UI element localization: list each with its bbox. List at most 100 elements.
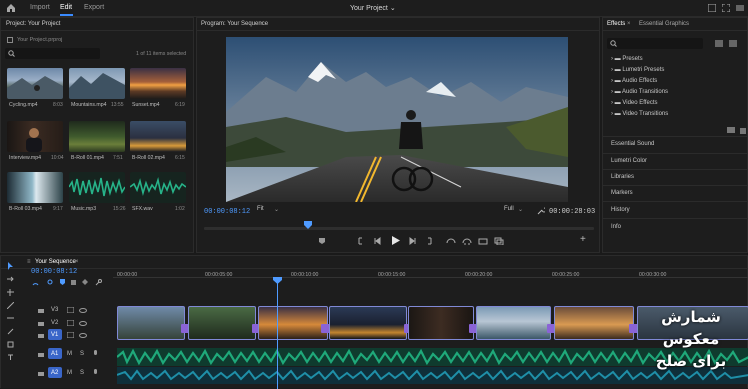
sync-lock-icon[interactable] <box>67 307 74 313</box>
close-icon[interactable]: × <box>75 259 79 265</box>
video-preview[interactable] <box>226 37 568 202</box>
lift-icon[interactable] <box>446 237 456 245</box>
project-panel-title[interactable]: Project: Your Project <box>6 21 60 27</box>
thumbnail-sfx[interactable] <box>130 172 186 203</box>
tab-export[interactable]: Export <box>84 4 104 11</box>
lock-icon[interactable] <box>38 332 44 338</box>
pen-tool-icon[interactable] <box>7 328 14 335</box>
panel-libraries[interactable]: Libraries <box>611 174 634 180</box>
checkbox-icon[interactable] <box>7 37 13 43</box>
lock-icon[interactable] <box>38 307 44 313</box>
add-marker-icon[interactable] <box>59 279 66 286</box>
microphone-icon[interactable] <box>93 369 98 377</box>
mute-button[interactable]: M <box>67 370 72 376</box>
step-forward-icon[interactable] <box>409 237 417 245</box>
thumbnail-mountains[interactable] <box>69 68 125 99</box>
eye-icon[interactable] <box>79 321 87 326</box>
effects-folder-audio-transitions[interactable]: › ▬ Audio Transitions <box>611 89 668 95</box>
timeline-settings-icon[interactable] <box>70 279 77 286</box>
video-clip[interactable] <box>117 306 185 340</box>
effects-folder-video-effects[interactable]: › ▬ Video Effects <box>611 100 657 106</box>
razor-tool-icon[interactable] <box>7 302 14 309</box>
track-v3[interactable]: V3 <box>51 307 58 313</box>
video-clip[interactable] <box>476 306 551 340</box>
video-clip[interactable] <box>258 306 328 340</box>
selection-tool-icon[interactable] <box>7 262 14 270</box>
thumbnail-sunset[interactable] <box>130 68 186 99</box>
tab-essential-graphics[interactable]: Essential Graphics <box>639 21 689 27</box>
video-clip[interactable] <box>188 306 256 340</box>
lock-icon[interactable] <box>38 320 44 326</box>
video-clip[interactable] <box>554 306 634 340</box>
close-icon[interactable]: × <box>260 21 264 27</box>
thumbnail-music[interactable] <box>69 172 125 203</box>
lock-icon[interactable] <box>38 351 44 357</box>
captions-icon[interactable] <box>82 279 89 286</box>
video-clip[interactable] <box>408 306 474 340</box>
home-icon[interactable] <box>6 3 16 13</box>
thumbnail-broll-02[interactable] <box>130 121 186 152</box>
playhead-marker-icon[interactable] <box>304 221 312 229</box>
microphone-icon[interactable] <box>93 350 98 358</box>
trash-icon[interactable] <box>740 127 746 134</box>
eye-icon[interactable] <box>79 308 87 313</box>
track-a1[interactable]: A1 <box>51 351 58 357</box>
thumbnail-broll-01[interactable] <box>69 121 125 152</box>
insert-icon[interactable] <box>478 237 488 245</box>
add-marker-icon[interactable] <box>318 237 326 245</box>
settings-wrench-icon[interactable] <box>537 207 545 215</box>
panel-essential-sound[interactable]: Essential Sound <box>611 141 654 147</box>
accelerated-effects-icon[interactable] <box>715 40 723 47</box>
hand-tool-icon[interactable] <box>7 341 14 348</box>
add-button-icon[interactable]: + <box>580 234 586 245</box>
thumbnail-interview[interactable] <box>7 121 63 152</box>
tab-your-sequence[interactable]: Your Sequence <box>35 259 76 265</box>
fullscreen-icon[interactable] <box>722 4 730 12</box>
panel-info[interactable]: Info <box>611 224 621 230</box>
sync-lock-icon[interactable] <box>67 332 74 338</box>
eye-icon[interactable] <box>79 333 87 338</box>
track-v2[interactable]: V2 <box>51 320 58 326</box>
tab-effects[interactable]: Effects <box>607 21 625 27</box>
timeline-playhead[interactable] <box>277 278 278 389</box>
solo-button[interactable]: S <box>80 351 84 357</box>
effects-folder-lumetri-presets[interactable]: › ▬ Lumetri Presets <box>611 67 664 73</box>
slip-tool-icon[interactable] <box>7 315 14 322</box>
ripple-edit-tool-icon[interactable] <box>7 289 14 296</box>
yuv-effects-icon[interactable] <box>729 40 737 47</box>
thumbnail-cycling[interactable] <box>7 68 63 99</box>
track-v1[interactable]: V1 <box>51 332 58 338</box>
scrubber-bar[interactable] <box>204 227 594 230</box>
tab-edit[interactable]: Edit <box>60 4 72 11</box>
solo-button[interactable]: S <box>80 370 84 376</box>
playback-resolution-dropdown[interactable]: Full ⌄ <box>504 206 528 216</box>
panel-menu-icon[interactable]: ≡ <box>27 259 31 265</box>
step-back-icon[interactable] <box>373 237 381 245</box>
playhead-marker-icon[interactable] <box>273 277 282 284</box>
lock-icon[interactable] <box>38 370 44 376</box>
panel-markers[interactable]: Markers <box>611 190 633 196</box>
program-panel-title[interactable]: Program: Your Sequence <box>201 21 268 27</box>
program-current-time[interactable]: 00:00:08:12 <box>204 208 250 216</box>
timeline-current-time[interactable]: 00:00:08:12 <box>31 268 77 276</box>
project-title-menu[interactable]: Your Project ⌄ <box>350 4 396 12</box>
effects-folder-video-transitions[interactable]: › ▬ Video Transitions <box>611 111 668 117</box>
snap-icon[interactable] <box>32 279 39 286</box>
track-a2[interactable]: A2 <box>51 370 58 376</box>
extract-icon[interactable] <box>462 237 472 245</box>
effects-folder-presets[interactable]: › ▬ Presets <box>611 56 643 62</box>
wrench-icon[interactable] <box>95 279 102 286</box>
mute-button[interactable]: M <box>67 351 72 357</box>
track-select-tool-icon[interactable] <box>7 276 14 283</box>
play-icon[interactable] <box>391 236 400 245</box>
export-frame-icon[interactable] <box>494 237 504 245</box>
thumbnail-broll-03[interactable] <box>7 172 63 203</box>
search-input[interactable] <box>5 48 100 59</box>
zoom-fit-dropdown[interactable]: Fit ⌄ <box>257 206 285 216</box>
linked-selection-icon[interactable] <box>47 279 54 286</box>
tab-import[interactable]: Import <box>30 4 50 11</box>
panel-history[interactable]: History <box>611 207 630 213</box>
video-clip[interactable] <box>329 306 407 340</box>
panel-menu-icon[interactable] <box>736 4 744 12</box>
mark-in-icon[interactable] <box>357 237 365 245</box>
